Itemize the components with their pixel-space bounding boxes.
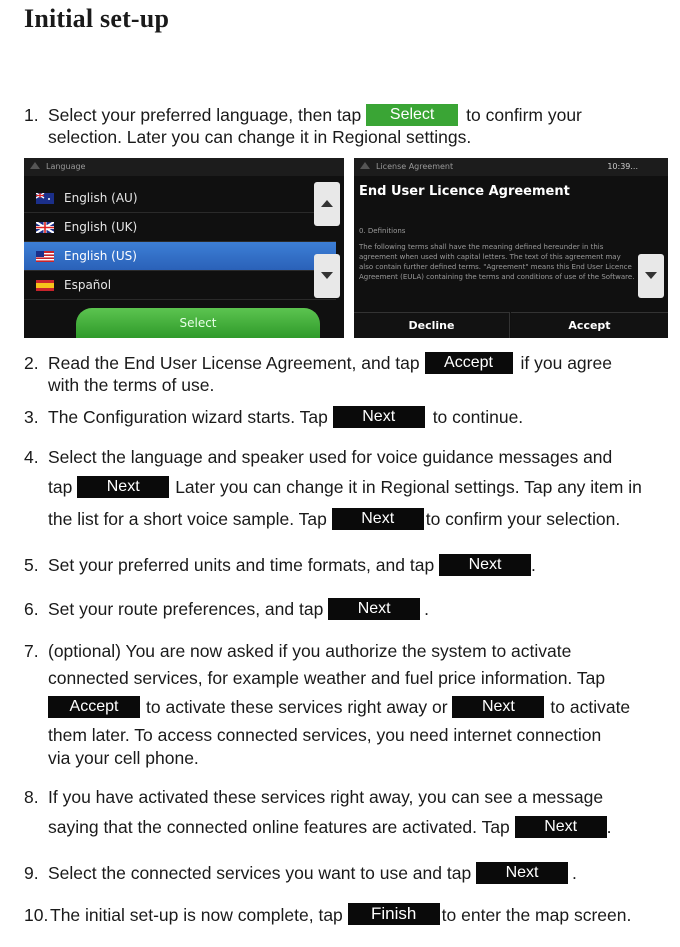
eula-body: The following terms shall have the meani…	[359, 243, 635, 281]
australia-flag-icon	[36, 193, 54, 204]
next-button: Next	[77, 476, 170, 498]
finish-button: Finish	[347, 903, 440, 925]
language-item[interactable]: Español	[24, 271, 336, 300]
next-button: Next	[476, 862, 569, 884]
language-item-selected[interactable]: English (US)	[24, 242, 336, 271]
spain-flag-icon	[36, 280, 54, 291]
language-item[interactable]: English (UK)	[24, 213, 336, 242]
decline-button[interactable]: Decline	[354, 312, 510, 338]
scroll-up-button[interactable]	[314, 182, 340, 226]
us-flag-icon	[36, 251, 54, 262]
eula-screenshot: License Agreement 10:39... End User Lice…	[354, 158, 668, 338]
next-button: Next	[452, 696, 545, 718]
language-select-button[interactable]: Select	[76, 308, 320, 338]
scroll-down-button[interactable]	[314, 254, 340, 298]
scroll-down-button[interactable]	[638, 254, 664, 298]
select-button: Select	[366, 104, 459, 126]
accept-button: Accept	[48, 696, 140, 718]
next-button: Next	[332, 406, 425, 428]
step-number: 1.	[24, 105, 39, 125]
chevron-up-icon	[321, 200, 333, 207]
page-title: Initial set-up	[24, 4, 170, 33]
chevron-down-icon	[645, 272, 657, 279]
language-item[interactable]: English (AU)	[24, 184, 336, 213]
eula-title: End User Licence Agreement	[359, 184, 570, 199]
chevron-down-icon	[321, 272, 333, 279]
uk-flag-icon	[36, 222, 54, 233]
accept-button[interactable]: Accept	[511, 312, 668, 338]
next-button: Next	[331, 508, 424, 530]
next-button: Next	[439, 554, 532, 576]
eula-section: 0. Definitions	[359, 227, 406, 235]
next-button: Next	[328, 598, 421, 620]
accept-button: Accept	[424, 352, 513, 374]
next-button: Next	[514, 816, 607, 838]
language-screenshot: Language English (AU) English (UK) Engli…	[24, 158, 344, 338]
